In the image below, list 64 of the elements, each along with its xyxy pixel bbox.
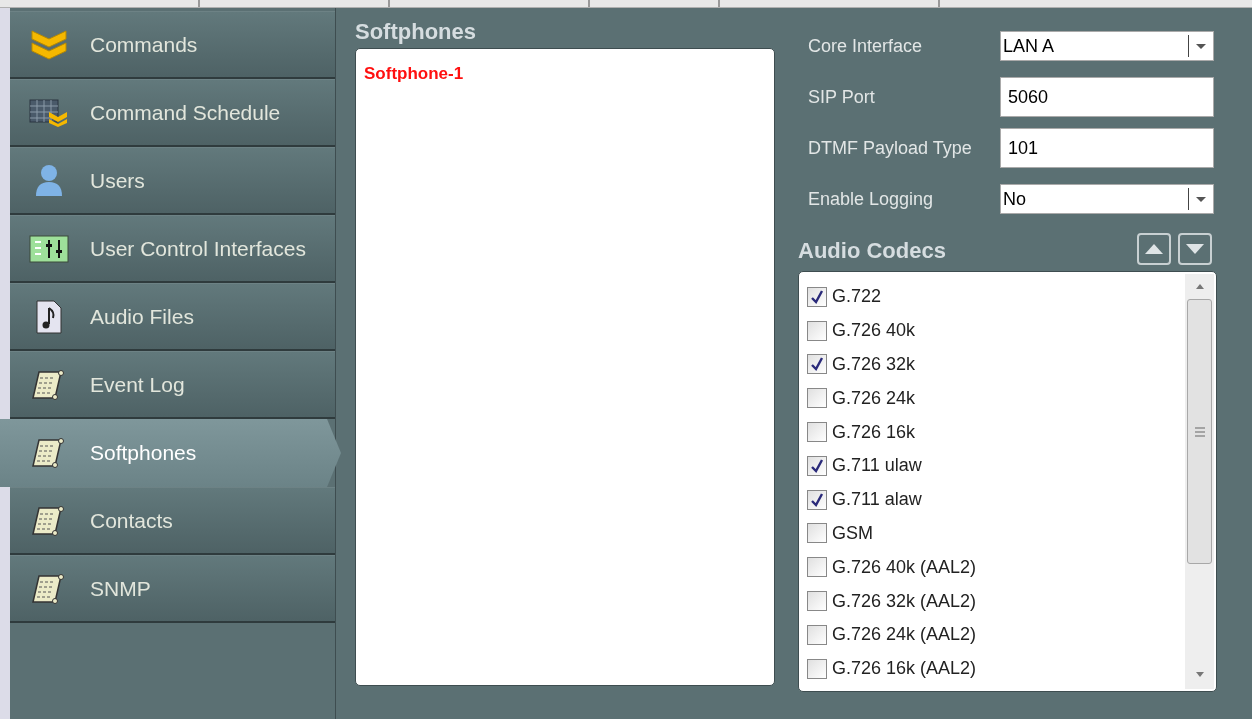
move-up-button[interactable] bbox=[1137, 233, 1171, 265]
move-down-button[interactable] bbox=[1178, 233, 1212, 265]
sliders-icon bbox=[29, 234, 69, 263]
checkbox-label: GSM bbox=[832, 521, 873, 545]
checkbox[interactable] bbox=[807, 658, 827, 679]
scroll-down-icon bbox=[1195, 672, 1204, 677]
scrollbar-thumb[interactable] bbox=[1187, 299, 1212, 564]
sidebar-item[interactable]: Contacts bbox=[10, 487, 335, 555]
sidebar-item[interactable]: SNMP bbox=[10, 555, 335, 623]
music-file-icon bbox=[35, 299, 63, 334]
checkbox-label: G.726 16k (AAL2) bbox=[832, 657, 977, 681]
grip-icon bbox=[1194, 426, 1205, 437]
sidebar-item[interactable]: User Control Interfaces bbox=[10, 215, 335, 283]
grid-chevrons-icon bbox=[29, 97, 69, 128]
field-label: Core Interface bbox=[808, 34, 924, 58]
scroll-icon bbox=[31, 572, 67, 605]
sidebar-item[interactable]: Audio Files bbox=[10, 283, 335, 351]
input-field[interactable]: 5060 bbox=[1000, 77, 1214, 117]
checkbox-label: G.726 24k bbox=[832, 386, 916, 410]
list-item[interactable]: Softphone-1 bbox=[364, 61, 464, 87]
field-label: DTMF Payload Type bbox=[808, 136, 973, 160]
checkbox-label: G.726 16k bbox=[832, 420, 916, 444]
checkbox[interactable] bbox=[807, 455, 827, 476]
checkbox-label: G.726 32k bbox=[832, 353, 916, 376]
checkbox-label: G.711 ulaw bbox=[832, 454, 922, 478]
checkbox[interactable] bbox=[807, 624, 827, 645]
checkbox-label: G.722 bbox=[832, 285, 882, 309]
checkbox[interactable] bbox=[807, 422, 827, 443]
checkbox[interactable] bbox=[807, 354, 827, 375]
field-label: Enable Logging bbox=[808, 187, 935, 211]
scroll-icon bbox=[31, 437, 67, 469]
sidebar-item[interactable]: Commands bbox=[10, 11, 335, 79]
checkbox[interactable] bbox=[807, 388, 827, 409]
chevrons-icon bbox=[30, 28, 68, 61]
caret-icon bbox=[1196, 196, 1206, 202]
checkbox-label: G.726 40k bbox=[832, 319, 916, 343]
checkbox[interactable] bbox=[807, 591, 827, 612]
checkbox-label: G.726 24k (AAL2) bbox=[832, 623, 977, 647]
scroll-icon bbox=[31, 504, 67, 537]
section-title: Audio Codecs bbox=[798, 237, 946, 265]
input-field[interactable]: 101 bbox=[1000, 128, 1214, 168]
checkbox-label: G.726 32k (AAL2) bbox=[832, 589, 977, 613]
checkbox-label: G.711 alaw bbox=[832, 488, 922, 512]
checkbox[interactable] bbox=[807, 286, 827, 307]
scroll-icon bbox=[31, 368, 67, 401]
sidebar-item[interactable]: Event Log bbox=[10, 351, 335, 419]
section-title: Softphones bbox=[355, 18, 477, 46]
checkbox-label: G.726 40k (AAL2) bbox=[832, 555, 977, 579]
checkbox[interactable] bbox=[807, 320, 827, 341]
checkbox[interactable] bbox=[807, 489, 827, 510]
triangle-down-icon bbox=[1186, 244, 1204, 254]
scrollbar[interactable] bbox=[1185, 274, 1214, 689]
dropdown[interactable]: No bbox=[1000, 184, 1214, 214]
user-icon bbox=[34, 163, 64, 198]
field-label: SIP Port bbox=[808, 85, 876, 109]
sidebar-item[interactable]: Users bbox=[10, 147, 335, 215]
sidebar-item[interactable]: Command Schedule bbox=[10, 79, 335, 147]
scroll-up-icon bbox=[1195, 284, 1204, 289]
sidebar-item[interactable]: Softphones bbox=[0, 419, 341, 487]
checkbox[interactable] bbox=[807, 557, 827, 578]
dropdown[interactable]: LAN A bbox=[1000, 31, 1214, 61]
checkbox[interactable] bbox=[807, 523, 827, 544]
caret-icon bbox=[1196, 43, 1206, 49]
triangle-up-icon bbox=[1145, 244, 1163, 254]
